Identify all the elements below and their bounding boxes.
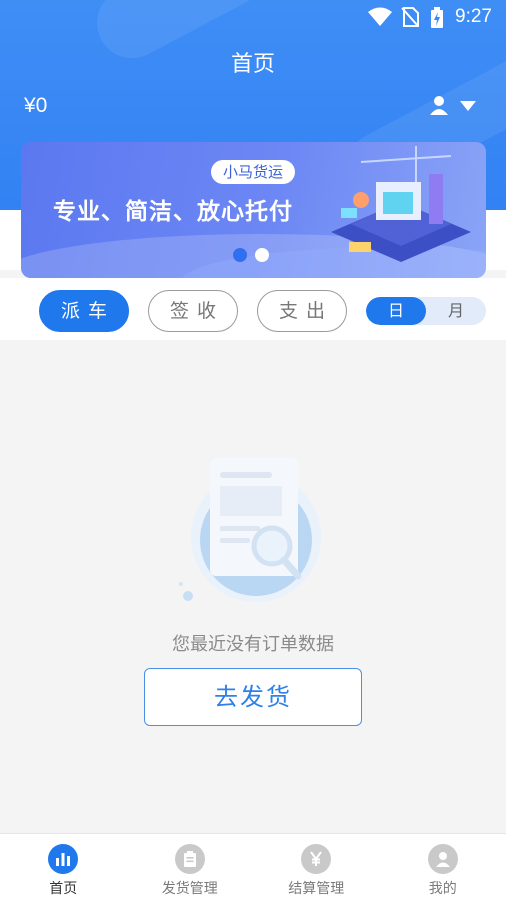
page-title: 首页 <box>230 52 275 77</box>
tab-sign-receipt[interactable]: 签收 <box>148 290 238 332</box>
tab-settlement-label: 结算管理 <box>288 881 345 897</box>
user-menu-button[interactable] <box>428 94 478 118</box>
caret-down-icon <box>460 101 476 111</box>
period-month[interactable]: 月 <box>426 297 486 325</box>
banner-slogan: 专业、简洁、放心托付 <box>53 199 293 225</box>
wifi-icon <box>368 7 392 26</box>
user-icon <box>427 844 458 874</box>
status-time: 9:27 <box>455 6 492 27</box>
banner-illustration <box>331 146 471 262</box>
bottom-tab-bar: 首页 发货管理 结算管理 我的 <box>0 833 506 900</box>
period-day[interactable]: 日 <box>366 297 426 325</box>
carousel-dot-2[interactable] <box>255 248 269 262</box>
tab-expense[interactable]: 支出 <box>257 290 347 332</box>
period-toggle: 日 月 <box>366 297 486 325</box>
tab-mine[interactable]: 我的 <box>380 834 506 900</box>
tab-shipping-management[interactable]: 发货管理 <box>127 834 254 900</box>
tab-home-label: 首页 <box>49 881 78 897</box>
no-sim-icon <box>401 7 419 27</box>
chart-icon <box>48 844 79 874</box>
carousel-indicator <box>233 248 269 262</box>
tab-mine-label: 我的 <box>428 881 457 897</box>
tab-settlement-management[interactable]: 结算管理 <box>253 834 380 900</box>
tab-dispatch[interactable]: 派车 <box>39 290 129 332</box>
tab-home[interactable]: 首页 <box>0 834 127 900</box>
filter-bar: 派车 签收 支出 日 月 <box>0 278 506 340</box>
battery-charging-icon <box>431 7 443 28</box>
user-icon <box>430 96 448 115</box>
balance-amount: ¥0 <box>24 94 48 117</box>
tab-shipping-label: 发货管理 <box>161 881 218 897</box>
status-bar: 9:27 <box>0 0 506 32</box>
yen-icon <box>301 844 332 874</box>
promo-banner[interactable]: 小马货运 专业、简洁、放心托付 <box>21 142 486 278</box>
empty-orders-illustration <box>179 458 321 602</box>
go-ship-button[interactable]: 去发货 <box>144 668 362 726</box>
banner-tag: 小马货运 <box>211 160 296 184</box>
carousel-dot-1[interactable] <box>233 248 247 262</box>
empty-message: 您最近没有订单数据 <box>172 634 334 655</box>
clipboard-icon <box>174 844 205 874</box>
